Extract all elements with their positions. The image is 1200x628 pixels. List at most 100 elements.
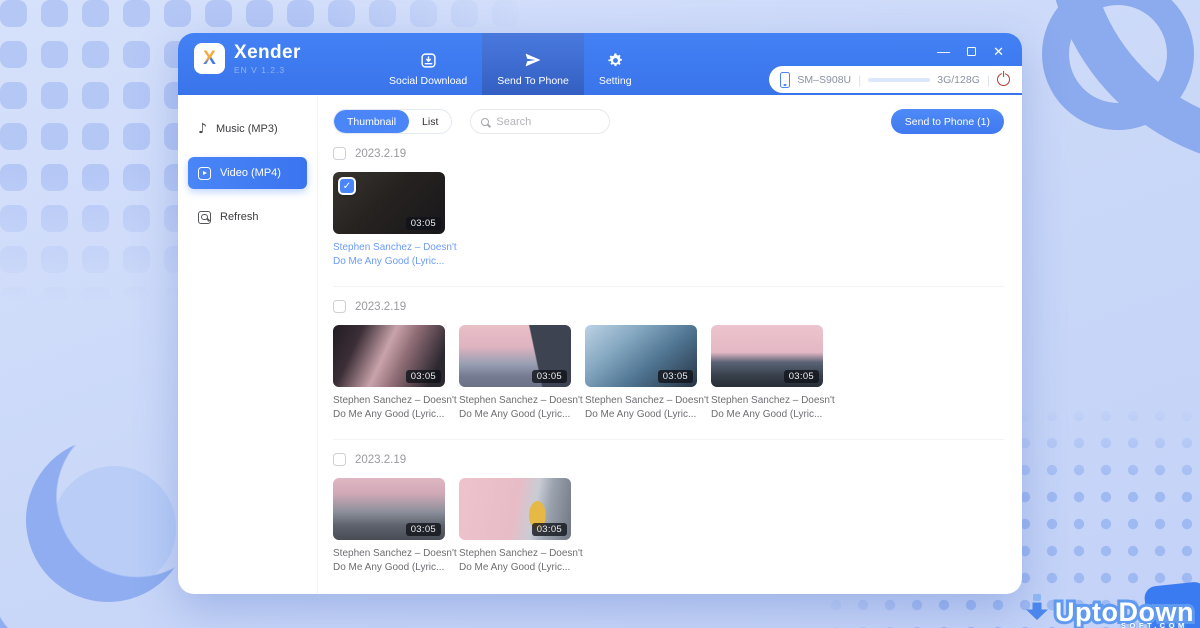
divider: | xyxy=(858,73,861,87)
xender-logo-icon: X xyxy=(194,43,225,74)
sidebar: ♪ Music (MP3) Video (MP4) Refresh xyxy=(178,95,318,594)
decor-corner-arc xyxy=(0,558,82,628)
app-body: ♪ Music (MP3) Video (MP4) Refresh Thumbnail… xyxy=(178,95,1022,594)
divider: | xyxy=(987,73,990,87)
tab-social-download[interactable]: Social Download xyxy=(374,33,482,95)
video-card[interactable]: 03:05 Stephen Sanchez – Doesn'tDo Me Any … xyxy=(459,478,585,575)
video-groups: 2023.2.19 ✓ 03:05 Stephen Sanchez – Doesn't… xyxy=(333,147,1004,575)
video-thumbnail: 03:05 xyxy=(711,325,823,387)
video-thumbnail: ✓ 03:05 xyxy=(333,172,445,234)
app-version: EN V 1.2.3 xyxy=(234,65,301,75)
search-icon xyxy=(481,118,489,126)
video-card[interactable]: 03:05 Stephen Sanchez – Doesn'tDo Me Any … xyxy=(333,478,459,575)
video-card[interactable]: 03:05 Stephen Sanchez – Doesn'tDo Me Any … xyxy=(585,325,711,422)
toggle-thumbnail[interactable]: Thumbnail xyxy=(334,110,409,133)
video-thumbnail: 03:05 xyxy=(459,325,571,387)
device-name: SM–S908U xyxy=(797,74,851,86)
group-select-checkbox[interactable] xyxy=(333,300,346,313)
video-title: Stephen Sanchez – Doesn'tDo Me Any Good … xyxy=(459,547,583,575)
video-thumbnail: 03:05 xyxy=(585,325,697,387)
video-card[interactable]: ✓03:05Stephen Sanchez – Doesn'tDo Me Any… xyxy=(333,172,459,269)
view-toggle: Thumbnail List xyxy=(333,109,452,134)
music-note-icon: ♪ xyxy=(198,122,207,136)
maximize-icon xyxy=(967,47,976,56)
watermark-domain: SOFT.COM xyxy=(1121,622,1188,628)
video-group: 2023.2.19✓03:05Stephen Sanchez – Doesn't… xyxy=(333,147,1004,269)
decor-circle xyxy=(52,466,176,590)
video-duration: 03:05 xyxy=(784,370,819,383)
minimize-button[interactable]: — xyxy=(937,45,950,58)
phone-icon xyxy=(780,72,790,88)
gear-icon xyxy=(607,51,624,69)
video-duration: 03:05 xyxy=(406,217,441,230)
group-header: 2023.2.19 xyxy=(333,147,1004,160)
video-duration: 03:05 xyxy=(532,370,567,383)
video-play-icon xyxy=(198,167,211,180)
video-title: Stephen Sanchez – Doesn'tDo Me Any Good … xyxy=(459,394,583,422)
window-controls: — ✕ xyxy=(937,45,1004,58)
group-select-checkbox[interactable] xyxy=(333,453,346,466)
paper-plane-icon xyxy=(524,51,542,69)
decor-arc xyxy=(1046,0,1200,168)
tab-label: Setting xyxy=(599,75,632,87)
selected-checkbox-icon[interactable]: ✓ xyxy=(338,177,356,195)
video-title: Stephen Sanchez – Doesn'tDo Me Any Good … xyxy=(333,547,457,575)
cards-row: ✓03:05Stephen Sanchez – Doesn'tDo Me Any… xyxy=(333,172,1004,269)
app-logo: X Xender EN V 1.2.3 xyxy=(194,43,301,75)
group-header: 2023.2.19 xyxy=(333,453,1004,466)
video-card[interactable]: 03:05 Stephen Sanchez – Doesn'tDo Me Any … xyxy=(711,325,837,422)
header-tabs: Social Download Send To Phone Setting xyxy=(374,33,647,95)
app-header: X Xender EN V 1.2.3 Social Download Send … xyxy=(178,33,1022,95)
close-button[interactable]: ✕ xyxy=(993,45,1004,58)
connected-device-bar: SM–S908U | 3G/128G | xyxy=(769,66,1022,93)
video-duration: 03:05 xyxy=(658,370,693,383)
tab-label: Send To Phone xyxy=(497,75,569,87)
video-duration: 03:05 xyxy=(406,370,441,383)
cards-row: 03:05 Stephen Sanchez – Doesn'tDo Me Any … xyxy=(333,325,1004,422)
maximize-button[interactable] xyxy=(967,45,976,58)
group-date: 2023.2.19 xyxy=(355,454,406,466)
video-card[interactable]: 03:05 Stephen Sanchez – Doesn'tDo Me Any … xyxy=(459,325,585,422)
video-group: 2023.2.19 03:05 Stephen Sanchez – Doesn'tD… xyxy=(333,439,1004,575)
video-group: 2023.2.19 03:05 Stephen Sanchez – Doesn'tD… xyxy=(333,286,1004,422)
group-select-checkbox[interactable] xyxy=(333,147,346,160)
sidebar-item-label: Video (MP4) xyxy=(220,167,281,179)
decor-crescent xyxy=(18,430,198,610)
video-duration: 03:05 xyxy=(406,523,441,536)
sidebar-item-label: Music (MP3) xyxy=(216,123,278,135)
uptodown-watermark: UptoDown UptoDown SOFT.COM xyxy=(1021,591,1194,626)
video-thumbnail: 03:05 xyxy=(333,478,445,540)
sidebar-item-music[interactable]: ♪ Music (MP3) xyxy=(188,113,307,145)
disconnect-power-icon[interactable] xyxy=(997,73,1010,86)
sidebar-item-label: Refresh xyxy=(220,211,259,223)
main-content: Thumbnail List Send to Phone (1) 2023.2.… xyxy=(318,95,1022,594)
decor-ring xyxy=(1042,0,1194,130)
toggle-list[interactable]: List xyxy=(409,110,451,133)
tab-send-to-phone[interactable]: Send To Phone xyxy=(482,33,584,95)
sidebar-item-refresh[interactable]: Refresh xyxy=(188,201,307,233)
group-date: 2023.2.19 xyxy=(355,148,406,160)
sidebar-item-video[interactable]: Video (MP4) xyxy=(188,157,307,189)
storage-text: 3G/128G xyxy=(937,74,980,86)
video-duration: 03:05 xyxy=(532,523,567,536)
group-date: 2023.2.19 xyxy=(355,301,406,313)
tab-label: Social Download xyxy=(389,75,467,87)
toolbar: Thumbnail List Send to Phone (1) xyxy=(333,109,1004,134)
search-input[interactable] xyxy=(496,116,599,128)
search-box xyxy=(470,109,610,134)
uptodown-logo-icon xyxy=(1021,591,1053,623)
video-thumbnail: 03:05 xyxy=(333,325,445,387)
storage-progress-bar xyxy=(868,78,930,82)
xender-window: X Xender EN V 1.2.3 Social Download Send … xyxy=(178,33,1022,594)
video-card[interactable]: 03:05Stephen Sanchez – Doesn'tDo Me Any … xyxy=(333,325,459,422)
send-to-phone-button[interactable]: Send to Phone (1) xyxy=(891,109,1004,134)
video-title: Stephen Sanchez – Doesn'tDo Me Any Good … xyxy=(711,394,835,422)
download-icon xyxy=(420,51,437,69)
refresh-search-icon xyxy=(198,211,211,224)
group-header: 2023.2.19 xyxy=(333,300,1004,313)
tab-setting[interactable]: Setting xyxy=(584,33,647,95)
cards-row: 03:05 Stephen Sanchez – Doesn'tDo Me Any … xyxy=(333,478,1004,575)
video-title: Stephen Sanchez – Doesn'tDo Me Any Good … xyxy=(585,394,709,422)
video-thumbnail: 03:05 xyxy=(459,478,571,540)
app-name: Xender xyxy=(234,43,301,63)
